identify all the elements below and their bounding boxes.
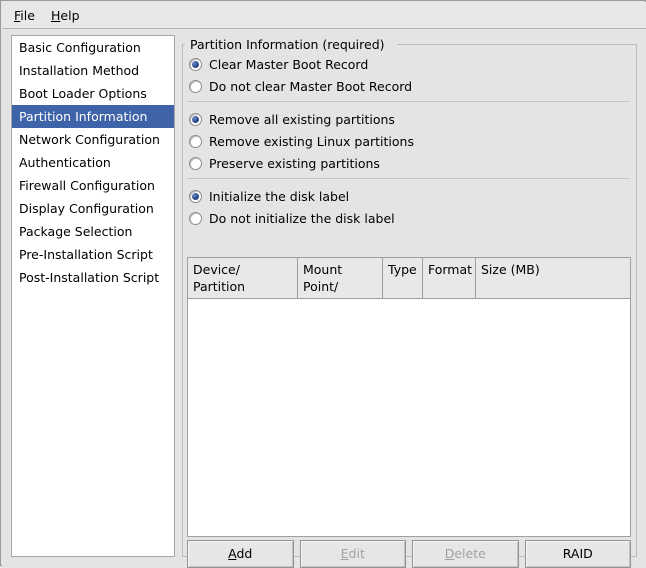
- partition-table-header: Device/ Partition Number Mount Point/ RA…: [188, 258, 630, 299]
- sidebar-item-network-configuration[interactable]: Network Configuration: [12, 128, 174, 151]
- sidebar-item-package-selection[interactable]: Package Selection: [12, 220, 174, 243]
- sidebar-list[interactable]: Basic Configuration Installation Method …: [11, 35, 175, 557]
- radio-preserve-existing-partitions[interactable]: Preserve existing partitions: [189, 153, 380, 174]
- delete-button[interactable]: Delete: [412, 540, 519, 568]
- column-header-device-partition-number[interactable]: Device/ Partition Number: [188, 258, 298, 298]
- separator-two: [187, 178, 630, 179]
- content-area: Basic Configuration Installation Method …: [2, 29, 646, 566]
- delete-button-label: elete: [454, 546, 485, 561]
- column-header-mount-point-raid[interactable]: Mount Point/ RAID: [298, 258, 383, 298]
- menu-item-help[interactable]: Help: [44, 7, 87, 24]
- edit-button[interactable]: Edit: [300, 540, 407, 568]
- radio-unselected-icon: [189, 80, 202, 93]
- radio-label: Clear Master Boot Record: [209, 54, 368, 75]
- menu-bar: File Help: [2, 2, 646, 29]
- radio-remove-all-existing-partitions[interactable]: Remove all existing partitions: [189, 109, 395, 130]
- radio-label: Do not initialize the disk label: [209, 208, 395, 229]
- radio-remove-existing-linux-partitions[interactable]: Remove existing Linux partitions: [189, 131, 414, 152]
- add-button[interactable]: Add: [187, 540, 294, 568]
- partition-action-buttons: Add Edit Delete RAID: [187, 540, 631, 568]
- radio-do-not-clear-master-boot-record[interactable]: Do not clear Master Boot Record: [189, 76, 412, 97]
- radio-unselected-icon: [189, 135, 202, 148]
- sidebar-item-basic-configuration[interactable]: Basic Configuration: [12, 36, 174, 59]
- radio-unselected-icon: [189, 157, 202, 170]
- sidebar-item-installation-method[interactable]: Installation Method: [12, 59, 174, 82]
- menu-file-rest: ile: [20, 8, 35, 23]
- sidebar-item-pre-installation-script[interactable]: Pre-Installation Script: [12, 243, 174, 266]
- edit-button-label: dit: [349, 546, 365, 561]
- menu-help-rest: elp: [60, 8, 79, 23]
- sidebar-item-partition-information[interactable]: Partition Information: [12, 105, 174, 128]
- menu-help-accel: H: [51, 8, 60, 23]
- edit-button-accel: E: [341, 546, 349, 561]
- column-header-format[interactable]: Format: [423, 258, 476, 298]
- radio-label: Do not clear Master Boot Record: [209, 76, 412, 97]
- radio-initialize-the-disk-label[interactable]: Initialize the disk label: [189, 186, 349, 207]
- sidebar-item-authentication[interactable]: Authentication: [12, 151, 174, 174]
- add-button-label: dd: [236, 546, 252, 561]
- groupbox-top-border-right: [397, 44, 637, 45]
- delete-button-accel: D: [445, 546, 455, 561]
- raid-button[interactable]: RAID: [525, 540, 632, 568]
- raid-button-label: RAID: [563, 546, 593, 561]
- partition-table[interactable]: Device/ Partition Number Mount Point/ RA…: [187, 257, 631, 537]
- application-window: File Help Basic Configuration Installati…: [0, 0, 646, 566]
- radio-do-not-initialize-the-disk-label[interactable]: Do not initialize the disk label: [189, 208, 395, 229]
- radio-selected-icon: [189, 113, 202, 126]
- radio-unselected-icon: [189, 212, 202, 225]
- partition-table-body[interactable]: [188, 299, 630, 536]
- sidebar-item-boot-loader-options[interactable]: Boot Loader Options: [12, 82, 174, 105]
- groupbox-legend: Partition Information (required): [187, 37, 388, 52]
- sidebar-item-post-installation-script[interactable]: Post-Installation Script: [12, 266, 174, 289]
- radio-label: Initialize the disk label: [209, 186, 349, 207]
- radio-label: Remove existing Linux partitions: [209, 131, 414, 152]
- groupbox-top-border-left: [182, 44, 185, 45]
- radio-selected-icon: [189, 190, 202, 203]
- sidebar-item-display-configuration[interactable]: Display Configuration: [12, 197, 174, 220]
- separator-one: [187, 101, 630, 102]
- radio-selected-icon: [189, 58, 202, 71]
- radio-label: Preserve existing partitions: [209, 153, 380, 174]
- partition-information-pane: Partition Information (required) Clear M…: [182, 35, 637, 557]
- radio-label: Remove all existing partitions: [209, 109, 395, 130]
- sidebar-item-firewall-configuration[interactable]: Firewall Configuration: [12, 174, 174, 197]
- radio-clear-master-boot-record[interactable]: Clear Master Boot Record: [189, 54, 368, 75]
- column-header-type[interactable]: Type: [383, 258, 423, 298]
- menu-item-file[interactable]: File: [7, 7, 42, 24]
- column-header-size-mb[interactable]: Size (MB): [476, 258, 630, 298]
